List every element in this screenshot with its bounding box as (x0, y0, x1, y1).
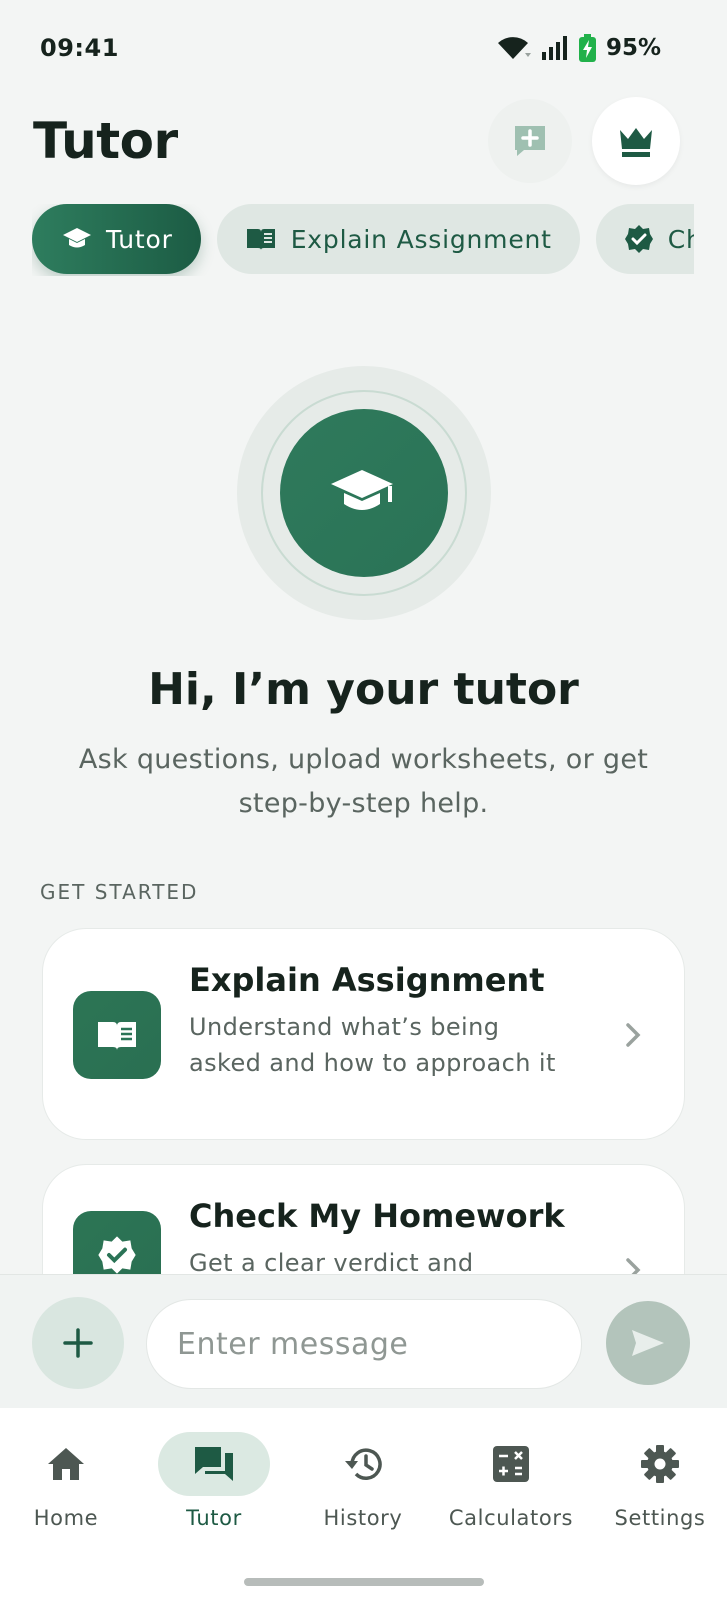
gear-icon (641, 1445, 679, 1483)
card-check-homework[interactable]: Check My Homework Get a clear verdict an… (42, 1164, 685, 1274)
send-icon (632, 1330, 664, 1356)
nav-item-settings[interactable]: Settings (590, 1432, 727, 1542)
new-chat-icon (515, 126, 545, 156)
verified-badge-icon (624, 225, 653, 253)
home-indicator[interactable] (244, 1578, 484, 1586)
nav-label: Calculators (448, 1506, 574, 1530)
card-title: Explain Assignment (189, 961, 545, 999)
nav-item-tutor[interactable]: Tutor (144, 1432, 284, 1542)
send-button[interactable] (606, 1301, 690, 1385)
chat-icon (195, 1447, 233, 1481)
history-icon (345, 1448, 382, 1480)
hero-circle (280, 409, 448, 577)
nav-icon-container (307, 1432, 419, 1496)
wifi-icon (497, 37, 531, 59)
card-icon-container (73, 1211, 161, 1274)
tab-tutor-label: Tutor (106, 224, 173, 254)
nav-item-history[interactable]: History (293, 1432, 433, 1542)
chevron-right-icon (626, 1258, 641, 1274)
tab-explain-assignment-label: Explain Assignment (290, 224, 552, 254)
premium-button[interactable] (592, 97, 680, 185)
crown-icon (620, 128, 652, 157)
nav-icon-container (455, 1432, 567, 1496)
message-input[interactable] (146, 1299, 582, 1389)
calculator-icon (493, 1446, 529, 1482)
card-description: Understand what’s being asked and how to… (189, 1013, 556, 1077)
nav-icon-container (604, 1432, 716, 1496)
page-title: Tutor (33, 112, 178, 170)
mode-tabs: Tutor Explain Assignment Ch (32, 204, 694, 276)
card-explain-assignment[interactable]: Explain Assignment Understand what’s bei… (42, 928, 685, 1140)
nav-label: Tutor (186, 1506, 242, 1530)
graduation-cap-icon (331, 470, 393, 510)
header: Tutor (0, 96, 727, 186)
battery-percent: 95% (605, 35, 661, 61)
message-composer (0, 1274, 727, 1408)
nav-label: History (323, 1506, 403, 1530)
book-icon (98, 1022, 136, 1050)
get-started-list: Explain Assignment Understand what’s bei… (0, 926, 727, 1274)
battery-charging-icon (578, 34, 596, 62)
status-bar: 09:41 95% (0, 0, 727, 96)
attach-button[interactable] (32, 1297, 124, 1389)
nav-icon-container (158, 1432, 270, 1496)
nav-item-calculators[interactable]: Calculators (441, 1432, 581, 1542)
greeting-subtitle: Ask questions, upload worksheets, or get… (78, 744, 649, 819)
nav-label: Settings (614, 1506, 706, 1530)
tab-check-homework[interactable]: Ch (595, 204, 694, 274)
section-label: GET STARTED (40, 880, 199, 904)
card-description: Get a clear verdict and (189, 1249, 474, 1274)
status-indicators: 95% (495, 34, 661, 62)
card-title: Check My Homework (189, 1197, 565, 1235)
header-actions (488, 97, 680, 185)
nav-label: Home (33, 1506, 99, 1530)
nav-item-home[interactable]: Home (0, 1432, 136, 1542)
signal-icon (541, 36, 567, 60)
hero-ring (261, 390, 467, 596)
tab-tutor[interactable]: Tutor (32, 204, 201, 274)
greeting-heading: Hi, I’m your tutor (148, 664, 579, 715)
tab-check-homework-label: Ch (667, 224, 694, 254)
home-icon (48, 1448, 84, 1480)
graduation-cap-icon (63, 228, 91, 248)
status-time: 09:41 (40, 34, 119, 62)
bottom-nav: Home Tutor History Calculators Settings (0, 1408, 727, 1600)
hero-emblem (237, 366, 491, 620)
new-chat-button[interactable] (488, 99, 572, 183)
plus-icon (63, 1328, 93, 1358)
tab-explain-assignment[interactable]: Explain Assignment (216, 204, 580, 274)
verified-badge-icon (98, 1236, 136, 1274)
book-icon (246, 229, 275, 250)
nav-icon-container (10, 1432, 122, 1496)
card-icon-container (73, 991, 161, 1079)
chevron-right-icon (626, 1023, 641, 1047)
